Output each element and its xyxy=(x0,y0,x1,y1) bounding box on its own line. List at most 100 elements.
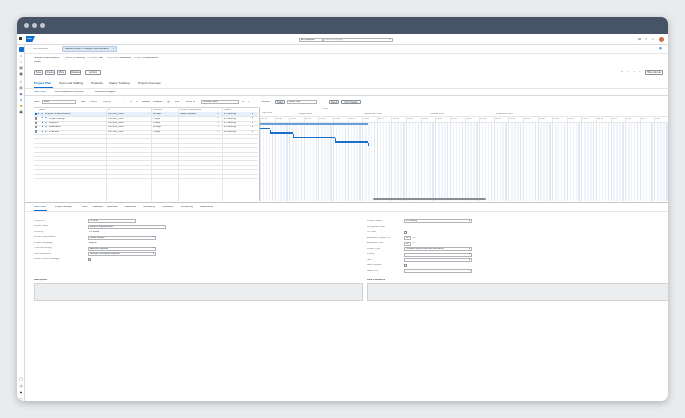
avatar[interactable] xyxy=(659,37,664,42)
edit-person-icon[interactable]: ✎ xyxy=(217,122,219,124)
edit-person-icon[interactable]: ✎ xyxy=(217,126,219,128)
tab-products[interactable]: Products xyxy=(91,82,103,85)
expand-button[interactable]: Expand xyxy=(142,101,150,103)
expand-caret-icon[interactable]: ▸ xyxy=(42,117,43,119)
view-select[interactable]: Basic xyxy=(42,100,76,104)
row-name[interactable]: Analysis xyxy=(49,122,58,124)
value-help-icon[interactable]: ⧉ xyxy=(153,236,155,238)
subtab-basic[interactable]: Basic Attrib. xyxy=(34,91,47,93)
subtab-wbs[interactable]: Work Breakdown Structure xyxy=(55,91,84,93)
detail-tab-attachments[interactable]: Attachments xyxy=(200,206,213,208)
field-input[interactable]: Approval Required xyxy=(88,246,156,251)
month-view-select[interactable]: Month View xyxy=(287,100,317,104)
share-icon[interactable]: ⇪ xyxy=(627,71,629,73)
settings-toolbar-icon[interactable]: ⚙ xyxy=(242,101,244,103)
fullscreen-icon[interactable]: ⤢ xyxy=(639,71,641,73)
status-dropdown-icon[interactable]: ▾ xyxy=(252,131,253,133)
reports-icon[interactable]: ▥ xyxy=(19,86,23,90)
dropdown-arrow-icon[interactable]: ▾ xyxy=(469,259,470,261)
detail-tab-materials[interactable]: Materials xyxy=(93,206,103,208)
tab-project-overview[interactable]: Project Overview xyxy=(138,82,161,85)
settings-icon[interactable]: ⚙ xyxy=(638,38,641,42)
more-button[interactable]: More xyxy=(57,70,66,75)
release-button[interactable]: Release xyxy=(70,70,81,75)
actions-button[interactable]: Actions xyxy=(85,70,101,75)
confirm-work-checkbox[interactable] xyxy=(88,257,91,261)
expand-caret-icon[interactable]: ▸ xyxy=(42,131,43,133)
gantt-scrollbar[interactable] xyxy=(373,198,486,200)
search-scope-select[interactable]: All Categories xyxy=(299,37,323,42)
help-icon[interactable]: ? xyxy=(645,38,647,42)
indent-icon[interactable]: ⇥ xyxy=(130,101,132,103)
apps-icon[interactable]: ▤ xyxy=(19,66,23,70)
edit-person-icon[interactable]: ✎ xyxy=(217,113,219,115)
save-button[interactable]: Save xyxy=(34,70,43,75)
field-input[interactable]: In Planning xyxy=(404,219,472,223)
back-arrow-icon[interactable]: ← xyxy=(29,48,31,50)
flag-header-icon[interactable]: ⚑ xyxy=(621,71,623,73)
hide-sidebar-button[interactable]: Hide side bar xyxy=(645,70,663,75)
history-icon[interactable]: ◷ xyxy=(19,384,23,388)
dropdown-arrow-icon[interactable]: ▾ xyxy=(469,253,470,255)
down-arrow-icon[interactable]: ↓ xyxy=(124,101,125,103)
row-name[interactable]: Final test xyxy=(49,131,59,133)
people-icon[interactable]: ● xyxy=(19,98,23,102)
tab-team-staffing[interactable]: Team and Staffing xyxy=(59,82,83,85)
detail-tab-project-settings[interactable]: Project Settings xyxy=(55,206,72,208)
field-input[interactable]: Customer project with other allocations xyxy=(404,247,472,251)
row-checkbox[interactable] xyxy=(34,130,38,133)
print-details-button[interactable]: Print Details xyxy=(341,100,361,104)
duration-select[interactable]: Duration Dates xyxy=(201,100,239,104)
field-input[interactable]: No Work Description Required xyxy=(88,252,156,256)
detail-tab-resources[interactable]: Resources xyxy=(125,206,136,208)
maximize-dot-icon[interactable] xyxy=(40,23,45,28)
tab-project-plan[interactable]: Project Plan xyxy=(34,82,51,85)
expand-caret-icon[interactable]: ▸ xyxy=(38,113,39,115)
feedback-icon[interactable]: ▢ xyxy=(19,377,23,381)
subtab-diagram[interactable]: Document Diagram xyxy=(95,91,116,93)
projects-icon[interactable]: ▦ xyxy=(19,72,23,76)
gantt-task-bar[interactable] xyxy=(270,132,293,134)
open-tab[interactable]: Ballcast Project - Analyse Implementatio… xyxy=(62,45,117,52)
row-name[interactable]: Realization xyxy=(49,126,61,128)
field-checkbox[interactable] xyxy=(404,263,407,267)
status-dropdown-icon[interactable]: ▾ xyxy=(252,122,253,124)
row-name[interactable]: Analyse Implementation xyxy=(45,113,71,115)
minimize-dot-icon[interactable] xyxy=(32,23,37,28)
detail-tab-work[interactable]: Work xyxy=(82,206,88,208)
collapse-button[interactable]: Collapse xyxy=(153,101,162,103)
row-checkbox[interactable] xyxy=(34,125,38,129)
link-button[interactable]: Link xyxy=(175,101,179,103)
recent-icon[interactable]: ⌂ xyxy=(19,54,23,58)
search-icon[interactable]: ⌕ xyxy=(389,38,391,41)
close-tab-icon[interactable]: × xyxy=(113,48,114,50)
expand-caret-icon[interactable]: ▸ xyxy=(42,126,43,128)
edit-person-icon[interactable]: ✎ xyxy=(217,131,219,133)
close-dot-icon[interactable] xyxy=(24,23,29,28)
create-button[interactable]: Create xyxy=(45,70,55,75)
edit-icon[interactable]: ✎ xyxy=(633,71,635,73)
field-input[interactable] xyxy=(404,269,472,273)
risk-comments-textarea[interactable] xyxy=(367,283,668,301)
grid-icon[interactable]: ▦ xyxy=(659,47,662,50)
gantt-task-bar[interactable] xyxy=(260,127,270,130)
detail-tab-scheduling[interactable]: Scheduling xyxy=(143,206,155,208)
duration-unit-icon[interactable]: ▭ xyxy=(413,242,415,244)
field-input[interactable]: CPP030 xyxy=(88,219,136,223)
flag-icon[interactable]: ⚑ xyxy=(19,391,23,395)
scroll-to-button[interactable]: Scroll To xyxy=(186,101,195,103)
dropdown-arrow-icon[interactable]: ▾ xyxy=(153,247,154,249)
field-input[interactable]: 0h xyxy=(404,236,411,240)
back-label[interactable]: Not published xyxy=(33,48,48,50)
status-dropdown-icon[interactable]: ▾ xyxy=(252,113,253,115)
delete-button[interactable]: Delete xyxy=(90,101,97,103)
dropdown-arrow-icon[interactable]: ▾ xyxy=(469,220,470,222)
field-input[interactable]: Analyse Implementation xyxy=(88,224,166,229)
description-textarea[interactable] xyxy=(34,283,363,301)
tasks-icon[interactable]: ✓ xyxy=(19,80,23,84)
row-checkbox[interactable] xyxy=(34,117,38,120)
row-name[interactable]: Project Startup xyxy=(49,118,65,120)
favorites-icon[interactable]: ☆ xyxy=(19,60,23,64)
field-input[interactable] xyxy=(404,252,472,257)
add-button[interactable]: Add xyxy=(81,101,85,103)
